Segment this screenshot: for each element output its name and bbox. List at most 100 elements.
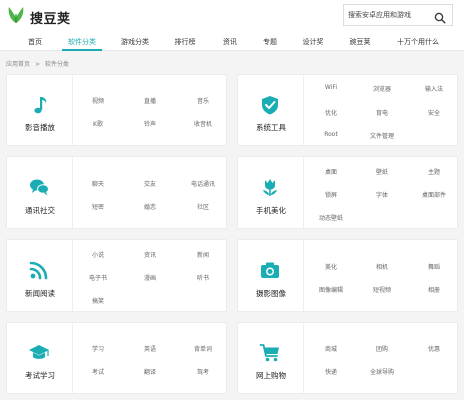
category-tag[interactable]: 婚恋 (144, 202, 156, 211)
category-tag[interactable]: 壁纸 (376, 167, 388, 176)
category-tag[interactable]: 相册 (428, 285, 440, 294)
category-tag[interactable]: 桌面 (325, 167, 337, 176)
category-tag[interactable]: 安全 (428, 108, 440, 117)
category-tag[interactable]: 背单词 (194, 344, 212, 353)
category-tag[interactable]: 美化 (325, 262, 337, 271)
category-card-system-tools: 系统工具 WiFi 浏览器 输入法 优化 育电 安全 Root 文件管理 (237, 74, 458, 146)
shopping-cart-icon (259, 344, 279, 362)
category-tag[interactable]: 商城 (325, 344, 337, 353)
category-tag[interactable]: 听书 (197, 273, 209, 282)
category-tag[interactable]: K歌 (93, 119, 103, 128)
category-title: 摄影图像 (256, 289, 286, 298)
category-tag[interactable]: 学习 (92, 344, 104, 353)
category-title: 手机美化 (256, 206, 286, 215)
category-card-media: 影音播放 视频 直播 音乐 K歌 铃声 收音机 (6, 74, 227, 146)
search-input[interactable] (344, 6, 428, 24)
category-header[interactable]: 新闻阅读 (7, 240, 73, 311)
nav-news[interactable]: 资讯 (223, 33, 237, 51)
category-tag[interactable]: 图像编辑 (319, 285, 343, 294)
breadcrumb-current: 软件分类 (44, 61, 69, 68)
nav-what-to-use[interactable]: 十万个用什么 (397, 33, 439, 51)
category-header[interactable]: 手机美化 (238, 157, 304, 228)
category-tag[interactable]: 搞笑 (92, 296, 104, 305)
category-header[interactable]: 网上购物 (238, 323, 304, 393)
category-tag[interactable]: 收音机 (194, 119, 212, 128)
category-tag[interactable]: 育电 (376, 108, 388, 117)
search-icon[interactable] (434, 9, 446, 28)
category-tag[interactable]: 视频 (92, 96, 104, 105)
category-title: 考试学习 (25, 371, 55, 380)
category-tag[interactable]: 漫画 (144, 273, 156, 282)
category-tag[interactable]: 聊天 (92, 179, 104, 188)
category-tag[interactable]: 优化 (325, 108, 337, 117)
breadcrumb-separator: > (34, 61, 40, 68)
music-note-icon (34, 97, 47, 114)
category-title: 影音播放 (25, 123, 55, 132)
category-tag[interactable]: 小说 (92, 250, 104, 259)
category-title: 系统工具 (256, 123, 286, 132)
category-tag[interactable]: 交友 (144, 179, 156, 188)
leaf-logo-icon (6, 5, 26, 29)
nav-wandoujia[interactable]: 豌豆荚 (350, 33, 371, 51)
category-tag[interactable]: 直播 (144, 96, 156, 105)
tulip-icon (263, 179, 277, 196)
category-header[interactable]: 摄影图像 (238, 240, 304, 311)
category-tag[interactable]: Root (324, 131, 338, 138)
logo-text: 搜豆荚 (30, 11, 71, 27)
nav-rankings[interactable]: 排行榜 (175, 33, 196, 51)
breadcrumb: 应用首页 > 软件分类 (6, 59, 72, 68)
category-header[interactable]: 通讯社交 (7, 157, 73, 228)
category-tag[interactable]: 浏览器 (373, 84, 391, 93)
rss-feed-icon (29, 261, 48, 280)
graduation-cap-icon (29, 345, 49, 359)
category-tag[interactable]: 字体 (376, 190, 388, 199)
category-tag[interactable]: 电子书 (89, 273, 107, 282)
category-tag[interactable]: 桌面部件 (422, 190, 446, 199)
category-tag[interactable]: 驾考 (197, 367, 209, 376)
category-tag[interactable]: 动态壁纸 (319, 213, 343, 222)
nav-topics[interactable]: 专题 (263, 33, 277, 51)
category-tag[interactable]: 英语 (144, 344, 156, 353)
logo[interactable]: 搜豆荚 (6, 5, 71, 29)
category-header[interactable]: 考试学习 (7, 323, 73, 393)
category-tag[interactable]: 舞蹈 (428, 262, 440, 271)
category-tag[interactable]: 相机 (376, 262, 388, 271)
nav-design-award[interactable]: 设计奖 (303, 33, 324, 51)
category-tag[interactable]: 主题 (428, 167, 440, 176)
category-tag[interactable]: 铃声 (144, 119, 156, 128)
category-tag[interactable]: 锁屏 (325, 190, 337, 199)
category-tag[interactable]: 快递 (325, 367, 337, 376)
category-tag[interactable]: 电话通讯 (191, 179, 215, 188)
category-tag[interactable]: 资讯 (144, 250, 156, 259)
category-header[interactable]: 系统工具 (238, 75, 304, 145)
category-tag[interactable]: 考试 (92, 367, 104, 376)
category-tag[interactable]: 短密 (92, 202, 104, 211)
category-tag[interactable]: 输入法 (425, 84, 443, 93)
category-tag[interactable]: 团购 (376, 344, 388, 353)
nav-game-categories[interactable]: 游戏分类 (121, 33, 149, 51)
category-tag[interactable]: 音乐 (197, 96, 209, 105)
category-tag[interactable]: 文件管理 (370, 131, 394, 140)
category-tag[interactable]: 新闻 (197, 250, 209, 259)
chat-bubbles-icon (30, 179, 49, 196)
active-tab-indicator (62, 49, 102, 51)
category-card-study: 考试学习 学习 英语 背单词 考试 翻译 驾考 (6, 322, 227, 394)
category-card-photography: 摄影图像 美化 相机 舞蹈 图像编辑 短视频 相册 (237, 239, 458, 312)
category-title: 通讯社交 (25, 206, 55, 215)
category-header[interactable]: 影音播放 (7, 75, 73, 145)
category-tag[interactable]: 翻译 (144, 367, 156, 376)
shield-check-icon (262, 96, 278, 115)
category-title: 新闻阅读 (25, 289, 55, 298)
nav-home[interactable]: 首页 (28, 33, 42, 51)
category-tag[interactable]: 全球导购 (370, 367, 394, 376)
category-card-shopping: 网上购物 商城 团购 优惠 快递 全球导购 (237, 322, 458, 394)
category-tag[interactable]: 社区 (197, 202, 209, 211)
category-title: 网上购物 (256, 371, 286, 380)
breadcrumb-home[interactable]: 应用首页 (6, 61, 30, 68)
category-card-social: 通讯社交 聊天 交友 电话通讯 短密 婚恋 社区 (6, 156, 227, 229)
category-tag[interactable]: 优惠 (428, 344, 440, 353)
top-header: 搜豆荚 (0, 0, 464, 33)
category-tag[interactable]: WiFi (325, 84, 337, 91)
camera-icon (261, 262, 279, 278)
category-tag[interactable]: 短视频 (373, 285, 391, 294)
